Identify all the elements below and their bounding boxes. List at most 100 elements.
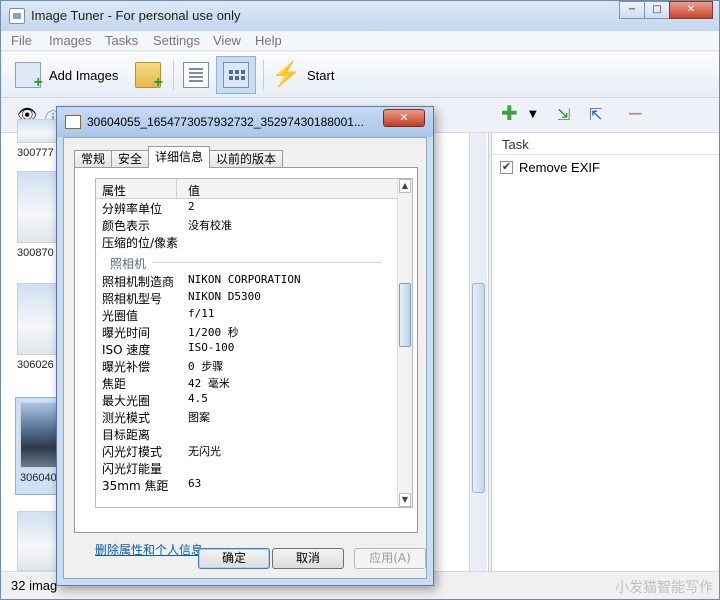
property-list-header: 属性 值 bbox=[96, 179, 398, 199]
property-name: 颜色表示 bbox=[102, 219, 151, 233]
property-row[interactable]: 曝光时间 1/200 秒 bbox=[96, 323, 398, 340]
property-row[interactable]: 曝光补偿 0 步骤 bbox=[96, 357, 398, 374]
scroll-thumb[interactable] bbox=[472, 283, 485, 493]
dialog-body: 常规 安全 详细信息 以前的版本 属性 值 分辨率单位 2 颜色表示 没有校准 压缩的位… bbox=[63, 137, 427, 579]
add-folder-icon bbox=[135, 62, 163, 92]
dialog-title: 30604055_1654773057932732_35297430188001… bbox=[87, 115, 364, 129]
status-text: 32 imag bbox=[11, 578, 58, 593]
maximize-button[interactable]: □ bbox=[644, 1, 670, 19]
property-group-header: 照相机 bbox=[96, 250, 398, 272]
dialog-title-bar[interactable]: 30604055_1654773057932732_35297430188001… bbox=[57, 107, 433, 137]
menu-images[interactable]: Images bbox=[49, 33, 92, 48]
property-value: NIKON CORPORATION bbox=[188, 273, 301, 286]
property-row[interactable]: 最大光圈 4.5 bbox=[96, 391, 398, 408]
menu-file[interactable]: File bbox=[11, 33, 32, 48]
add-folder-button[interactable] bbox=[135, 60, 163, 92]
property-row[interactable]: 测光模式 图案 bbox=[96, 408, 398, 425]
property-row[interactable]: 颜色表示 没有校准 bbox=[96, 216, 398, 233]
dropdown-arrow-icon[interactable]: ▼ bbox=[529, 109, 537, 120]
menu-bar: File Images Tasks Settings View Help bbox=[1, 31, 719, 51]
property-list[interactable]: 属性 值 分辨率单位 2 颜色表示 没有校准 压缩的位/像素照相机照相机制造商 NIKON… bbox=[95, 178, 413, 508]
thumbnail-view-icon bbox=[223, 62, 249, 88]
group-divider bbox=[152, 262, 382, 263]
thumbnail-image bbox=[17, 171, 59, 243]
tab-previous-versions[interactable]: 以前的版本 bbox=[209, 150, 284, 168]
remove-task-icon[interactable]: − bbox=[627, 101, 644, 125]
menu-settings[interactable]: Settings bbox=[153, 33, 200, 48]
list-view-button[interactable] bbox=[183, 60, 209, 90]
thumbnail-image bbox=[17, 119, 59, 143]
property-value: 0 步骤 bbox=[188, 360, 224, 373]
property-name: 曝光时间 bbox=[102, 326, 151, 340]
apply-button[interactable]: 应用(A) bbox=[354, 548, 426, 569]
property-row[interactable]: 35mm 焦距 63 bbox=[96, 476, 398, 493]
task-panel: Task ✔ Remove EXIF bbox=[491, 133, 719, 571]
property-name: 最大光圈 bbox=[102, 394, 151, 408]
tab-security[interactable]: 安全 bbox=[111, 150, 150, 168]
property-value: 1/200 秒 bbox=[188, 326, 239, 339]
scroll-up-arrow[interactable]: ▲ bbox=[399, 179, 411, 193]
property-row[interactable]: 闪光灯模式 无闪光 bbox=[96, 442, 398, 459]
scroll-down-arrow[interactable]: ▼ bbox=[399, 493, 411, 507]
property-row[interactable]: 照相机型号 NIKON D5300 bbox=[96, 289, 398, 306]
task-label: Remove EXIF bbox=[519, 160, 600, 175]
lightning-icon: ⚡ bbox=[271, 61, 301, 88]
column-divider bbox=[176, 179, 177, 199]
thumbnail-view-button[interactable] bbox=[223, 60, 249, 90]
property-name: 照相机制造商 bbox=[102, 275, 175, 289]
property-row[interactable]: 闪光灯能量 bbox=[96, 459, 398, 476]
export-task-icon[interactable]: ⇱ bbox=[589, 105, 602, 124]
property-name: 目标距离 bbox=[102, 428, 151, 442]
list-view-icon bbox=[183, 62, 209, 88]
import-task-icon[interactable]: ⇲ bbox=[557, 105, 570, 124]
toolbar-divider bbox=[173, 60, 174, 90]
tab-strip: 常规 安全 详细信息 以前的版本 bbox=[74, 146, 284, 168]
thumbnail-image bbox=[17, 283, 59, 355]
tab-details[interactable]: 详细信息 bbox=[148, 146, 211, 168]
property-name: 光圈值 bbox=[102, 309, 139, 323]
add-image-icon bbox=[15, 62, 43, 92]
minimize-button[interactable]: − bbox=[619, 1, 645, 19]
property-name: 35mm 焦距 bbox=[102, 479, 169, 493]
property-rows: 分辨率单位 2 颜色表示 没有校准 压缩的位/像素照相机照相机制造商 NIKON CORP… bbox=[96, 199, 398, 493]
details-tab-page: 属性 值 分辨率单位 2 颜色表示 没有校准 压缩的位/像素照相机照相机制造商 NIKON… bbox=[74, 167, 418, 557]
scroll-thumb[interactable] bbox=[399, 283, 411, 347]
start-button[interactable]: ⚡ Start bbox=[271, 60, 334, 90]
property-name: 闪光灯模式 bbox=[102, 445, 163, 459]
menu-tasks[interactable]: Tasks bbox=[105, 33, 138, 48]
property-row[interactable]: 分辨率单位 2 bbox=[96, 199, 398, 216]
cancel-button[interactable]: 取消 bbox=[272, 548, 344, 569]
close-button[interactable]: ✕ bbox=[669, 1, 713, 19]
property-column-header[interactable]: 属性 bbox=[102, 182, 126, 199]
dialog-close-button[interactable]: ✕ bbox=[383, 109, 425, 127]
property-row[interactable]: 目标距离 bbox=[96, 425, 398, 442]
group-label: 照相机 bbox=[110, 257, 147, 271]
menu-view[interactable]: View bbox=[213, 33, 241, 48]
main-toolbar: Add Images ⚡ Start bbox=[1, 52, 719, 98]
tab-general[interactable]: 常规 bbox=[74, 150, 113, 168]
property-row[interactable]: 光圈值 f/11 bbox=[96, 306, 398, 323]
property-row[interactable]: ISO 速度 ISO-100 bbox=[96, 340, 398, 357]
app-title: Image Tuner - For personal use only bbox=[31, 8, 241, 23]
app-icon bbox=[9, 8, 25, 24]
add-task-icon[interactable]: ✚ bbox=[501, 101, 518, 125]
thumbnail-scrollbar[interactable] bbox=[469, 133, 487, 571]
property-value: 图案 bbox=[188, 411, 210, 424]
value-column-header[interactable]: 值 bbox=[188, 182, 200, 199]
property-name: 闪光灯能量 bbox=[102, 462, 163, 476]
property-scrollbar[interactable]: ▲ ▼ bbox=[397, 179, 412, 507]
property-row[interactable]: 焦距 42 毫米 bbox=[96, 374, 398, 391]
property-name: 分辨率单位 bbox=[102, 202, 163, 216]
add-images-button[interactable]: Add Images bbox=[15, 60, 118, 92]
ok-button[interactable]: 确定 bbox=[198, 548, 270, 569]
thumbnail-image bbox=[17, 511, 59, 571]
property-row[interactable]: 照相机制造商 NIKON CORPORATION bbox=[96, 272, 398, 289]
property-value: 无闪光 bbox=[188, 445, 221, 458]
property-value: 42 毫米 bbox=[188, 377, 230, 390]
task-row[interactable]: ✔ Remove EXIF bbox=[492, 155, 719, 180]
menu-help[interactable]: Help bbox=[255, 33, 282, 48]
property-row[interactable]: 压缩的位/像素 bbox=[96, 233, 398, 250]
property-value: NIKON D5300 bbox=[188, 290, 261, 303]
task-checkbox[interactable]: ✔ bbox=[500, 161, 513, 174]
remove-properties-link[interactable]: 删除属性和个人信息 bbox=[95, 541, 203, 558]
